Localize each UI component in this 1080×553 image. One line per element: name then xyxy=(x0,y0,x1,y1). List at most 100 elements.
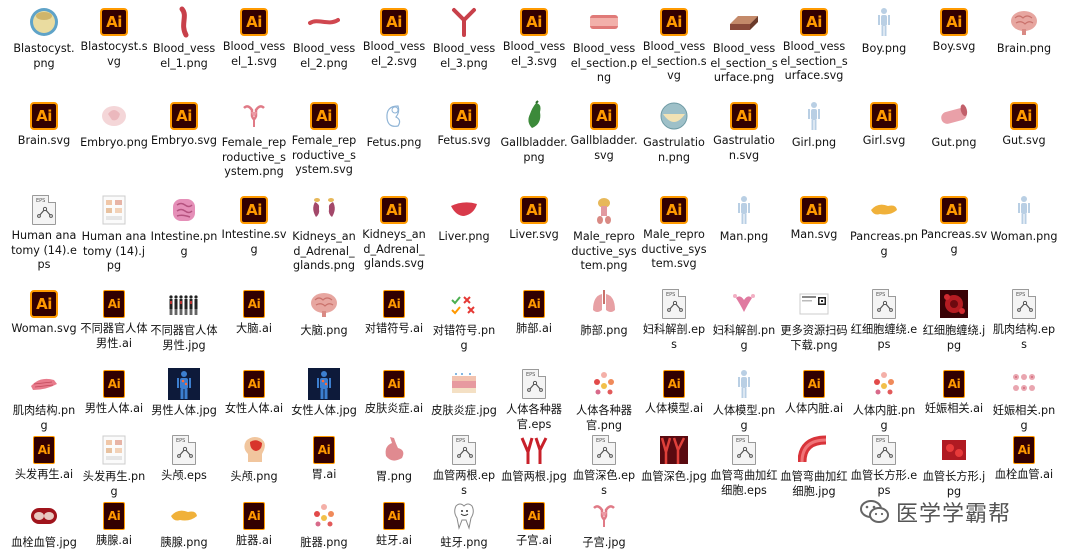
file-item[interactable]: Ai 男性人体.ai xyxy=(80,368,148,417)
file-item[interactable]: Ai Girl.svg xyxy=(850,100,918,149)
file-item[interactable]: Boy.png xyxy=(850,6,918,57)
file-item[interactable]: 红细胞缠绕.jpg xyxy=(920,288,988,353)
file-item[interactable]: EPS 红细胞缠绕.eps xyxy=(850,288,918,352)
file-item[interactable]: Ai 对错符号.ai xyxy=(360,288,428,337)
file-item[interactable]: Liver.png xyxy=(430,194,498,245)
file-item[interactable]: Intestine.png xyxy=(150,194,218,259)
file-item[interactable]: 肌肉结构.png xyxy=(10,368,78,433)
file-item[interactable]: Ai Blastocyst.svg xyxy=(80,6,148,69)
file-item[interactable]: 男性人体.jpg xyxy=(150,368,218,419)
file-item[interactable]: 对错符号.png xyxy=(430,288,498,353)
file-item[interactable]: Ai 女性人体.ai xyxy=(220,368,288,417)
file-item[interactable]: Gut.png xyxy=(920,100,988,151)
file-item[interactable]: EPS 肌肉结构.eps xyxy=(990,288,1058,352)
file-item[interactable]: Ai Gut.svg xyxy=(990,100,1058,149)
file-item[interactable]: Ai Female_reproductive_system.svg xyxy=(290,100,358,178)
file-item[interactable]: Blood_vessel_section.png xyxy=(570,6,638,86)
file-item[interactable]: Ai 肺部.ai xyxy=(500,288,568,337)
file-item[interactable]: Ai Blood_vessel_section_surface.svg xyxy=(780,6,848,84)
file-item[interactable]: Ai 大脑.ai xyxy=(220,288,288,337)
file-item[interactable]: Ai Blood_vessel_section.svg xyxy=(640,6,708,84)
file-item[interactable]: 女性人体.jpg xyxy=(290,368,358,419)
file-item[interactable]: Ai Gastrulation.svg xyxy=(710,100,778,163)
file-item[interactable]: EPS Human anatomy (14).eps xyxy=(10,194,78,273)
file-item[interactable]: 头颅.png xyxy=(220,434,288,485)
file-item[interactable]: 血管弯曲加红细胞.jpg xyxy=(780,434,848,499)
file-item[interactable]: Pancreas.png xyxy=(850,194,918,259)
file-item[interactable]: Ai 胃.ai xyxy=(290,434,358,483)
file-item[interactable]: Ai Liver.svg xyxy=(500,194,568,243)
file-item[interactable]: Embryo.png xyxy=(80,100,148,151)
file-item[interactable]: Ai Male_reproductive_system.svg xyxy=(640,194,708,272)
file-item[interactable]: Kidneys_and_Adrenal_glands.png xyxy=(290,194,358,274)
file-item[interactable]: Ai 脏器.ai xyxy=(220,500,288,549)
file-item[interactable]: Ai 子宫.ai xyxy=(500,500,568,549)
file-item[interactable]: 胰腺.png xyxy=(150,500,218,551)
file-item[interactable]: Ai Intestine.svg xyxy=(220,194,288,257)
file-item[interactable]: Ai 头发再生.ai xyxy=(10,434,78,483)
file-item[interactable]: 肺部.png xyxy=(570,288,638,339)
file-item[interactable]: Ai Blood_vessel_1.svg xyxy=(220,6,288,69)
pancreas-thumbnail-icon xyxy=(168,500,200,532)
file-item[interactable]: Male_reproductive_system.png xyxy=(570,194,638,274)
file-item[interactable]: EPS 人体各种器官.eps xyxy=(500,368,568,432)
file-item[interactable]: Ai 妊娠相关.ai xyxy=(920,368,988,417)
file-item[interactable]: 人体各种器官.png xyxy=(570,368,638,433)
file-item[interactable]: Woman.png xyxy=(990,194,1058,245)
file-item[interactable]: Ai 蛀牙.ai xyxy=(360,500,428,549)
file-item[interactable]: 更多资源扫码下载.png xyxy=(780,288,848,353)
file-item[interactable]: 妊娠相关.png xyxy=(990,368,1058,433)
file-item[interactable]: Blood_vessel_3.png xyxy=(430,6,498,71)
file-item[interactable]: EPS 血管长方形.eps xyxy=(850,434,918,498)
file-item[interactable]: 不同器官人体男性.jpg xyxy=(150,288,218,353)
file-item[interactable]: Ai Pancreas.svg xyxy=(920,194,988,257)
file-item[interactable]: 蛀牙.png xyxy=(430,500,498,551)
file-item[interactable]: Man.png xyxy=(710,194,778,245)
file-item[interactable]: EPS 血管弯曲加红细胞.eps xyxy=(710,434,778,498)
file-item[interactable]: Ai Boy.svg xyxy=(920,6,988,55)
file-item[interactable]: Ai Woman.svg xyxy=(10,288,78,337)
file-item[interactable]: EPS 头颅.eps xyxy=(150,434,218,484)
file-item[interactable]: EPS 血管两根.eps xyxy=(430,434,498,498)
file-item[interactable]: Ai Blood_vessel_3.svg xyxy=(500,6,568,69)
file-item[interactable]: 头发再生.png xyxy=(80,434,148,499)
file-item[interactable]: Ai 皮肤炎症.ai xyxy=(360,368,428,417)
file-item[interactable]: Blood_vessel_2.png xyxy=(290,6,358,71)
file-item[interactable]: 血管长方形.jpg xyxy=(920,434,988,499)
file-item[interactable]: Ai Fetus.svg xyxy=(430,100,498,149)
file-item[interactable]: Ai 人体模型.ai xyxy=(640,368,708,417)
file-item[interactable]: EPS 妇科解剖.eps xyxy=(640,288,708,352)
file-item[interactable]: Blood_vessel_1.png xyxy=(150,6,218,71)
file-item[interactable]: 子宫.jpg xyxy=(570,500,638,551)
file-item[interactable]: Girl.png xyxy=(780,100,848,151)
file-item[interactable]: Ai 人体内脏.ai xyxy=(780,368,848,417)
file-item[interactable]: Blood_vessel_section_surface.png xyxy=(710,6,778,86)
file-item[interactable]: 皮肤炎症.jpg xyxy=(430,368,498,419)
file-item[interactable]: Ai 胰腺.ai xyxy=(80,500,148,549)
file-item[interactable]: Blastocyst.png xyxy=(10,6,78,71)
file-item[interactable]: Brain.png xyxy=(990,6,1058,57)
file-item[interactable]: 血栓血管.jpg xyxy=(10,500,78,551)
file-item[interactable]: Human anatomy (14).jpg xyxy=(80,194,148,274)
file-item[interactable]: Ai 血栓血管.ai xyxy=(990,434,1058,483)
file-item[interactable]: Fetus.png xyxy=(360,100,428,151)
file-item[interactable]: 血管深色.jpg xyxy=(640,434,708,485)
file-item[interactable]: 胃.png xyxy=(360,434,428,485)
file-item[interactable]: Ai Man.svg xyxy=(780,194,848,243)
file-item[interactable]: Ai Gallbladder.svg xyxy=(570,100,638,163)
file-item[interactable]: EPS 血管深色.eps xyxy=(570,434,638,498)
file-item[interactable]: 血管两根.jpg xyxy=(500,434,568,485)
file-item[interactable]: 人体内脏.png xyxy=(850,368,918,433)
file-item[interactable]: Gallbladder.png xyxy=(500,100,568,165)
file-item[interactable]: 人体模型.png xyxy=(710,368,778,433)
file-item[interactable]: 脏器.png xyxy=(290,500,358,551)
file-item[interactable]: Ai Embryo.svg xyxy=(150,100,218,149)
file-item[interactable]: Gastrulation.png xyxy=(640,100,708,165)
file-item[interactable]: 妇科解剖.png xyxy=(710,288,778,353)
file-item[interactable]: Female_reproductive_system.png xyxy=(220,100,288,180)
file-item[interactable]: Ai 不同器官人体男性.ai xyxy=(80,288,148,351)
file-item[interactable]: Ai Blood_vessel_2.svg xyxy=(360,6,428,69)
file-item[interactable]: 大脑.png xyxy=(290,288,358,339)
file-item[interactable]: Ai Kidneys_and_Adrenal_glands.svg xyxy=(360,194,428,272)
file-item[interactable]: Ai Brain.svg xyxy=(10,100,78,149)
